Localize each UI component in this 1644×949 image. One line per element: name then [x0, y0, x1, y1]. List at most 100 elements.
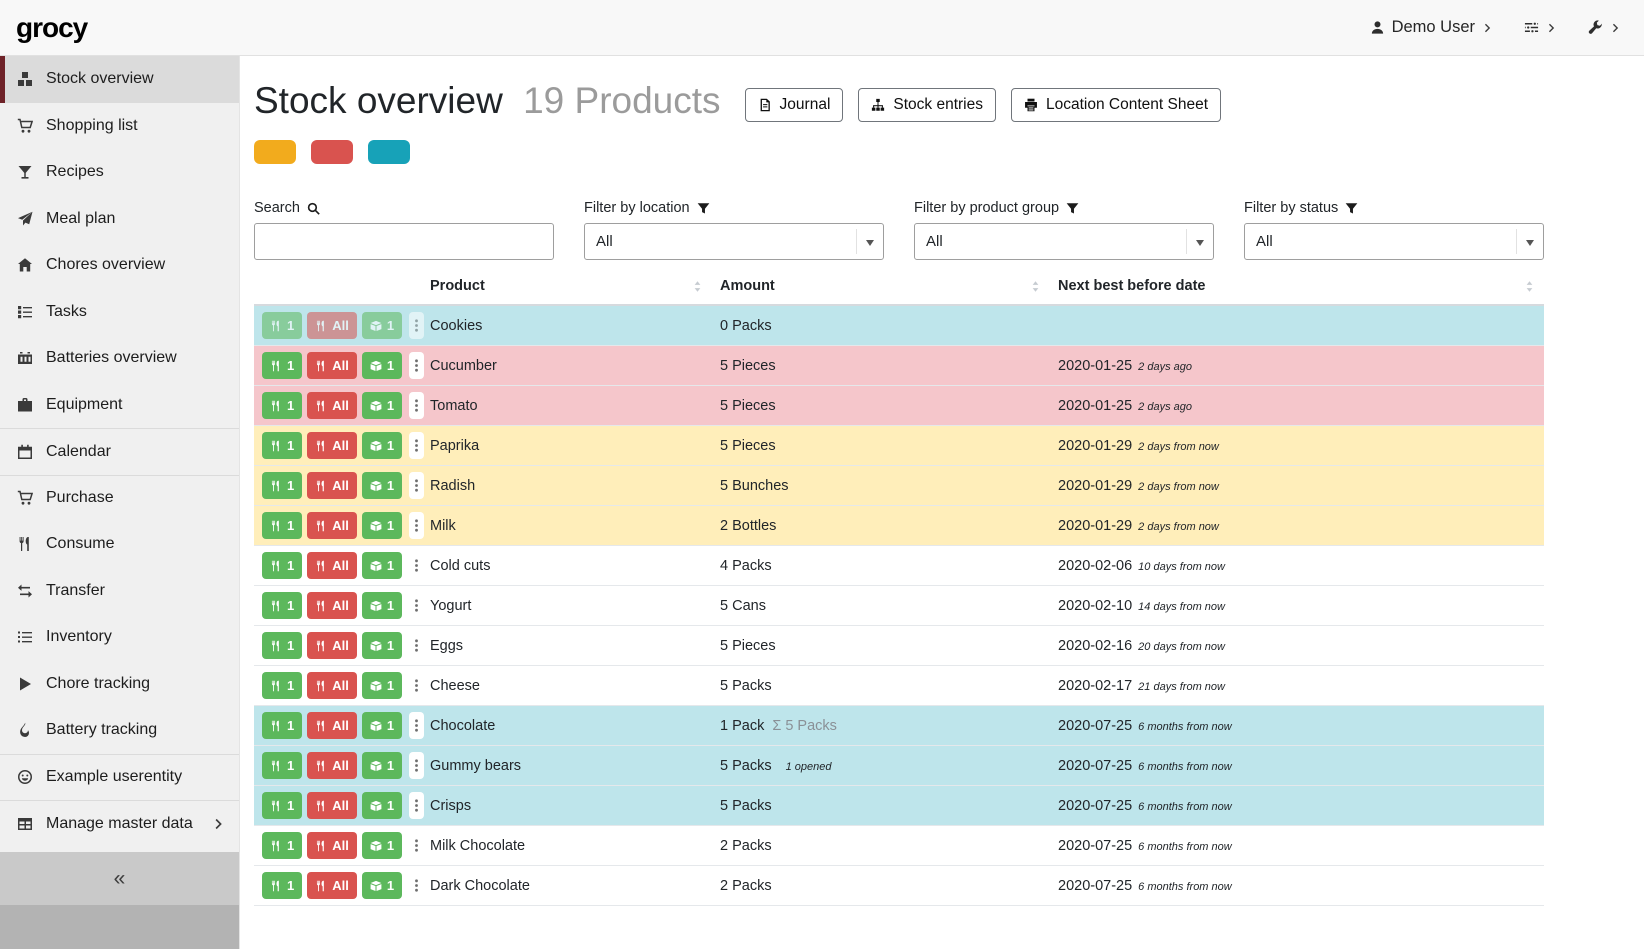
open-one-button[interactable]: 1 [362, 672, 402, 699]
consume-one-button[interactable]: 1 [262, 312, 302, 339]
consume-one-button[interactable]: 1 [262, 712, 302, 739]
column-amount[interactable]: Amount [712, 274, 1050, 305]
open-one-button[interactable]: 1 [362, 792, 402, 819]
consume-all-button[interactable]: All [307, 592, 357, 619]
column-next-best-before-date[interactable]: Next best before date [1050, 274, 1544, 305]
sidebar-item[interactable]: Chore tracking [0, 661, 239, 708]
consume-all-button[interactable]: All [307, 632, 357, 659]
row-menu-button[interactable] [409, 792, 424, 819]
status-alert[interactable] [368, 140, 410, 164]
row-menu-button[interactable] [409, 472, 424, 499]
open-one-button[interactable]: 1 [362, 632, 402, 659]
toolbar-button[interactable]: Journal [745, 88, 844, 122]
consume-one-button[interactable]: 1 [262, 752, 302, 779]
consume-all-button[interactable]: All [307, 512, 357, 539]
filter-select[interactable]: All [584, 223, 884, 260]
utensils-icon [270, 560, 282, 572]
open-one-button[interactable]: 1 [362, 832, 402, 859]
row-menu-button[interactable] [409, 352, 424, 379]
sidebar-item[interactable]: Equipment [0, 382, 239, 429]
filter-select[interactable]: All [914, 223, 1214, 260]
sidebar-item[interactable]: Chores overview [0, 242, 239, 289]
consume-all-button[interactable]: All [307, 872, 357, 899]
open-one-button[interactable]: 1 [362, 872, 402, 899]
open-one-button[interactable]: 1 [362, 512, 402, 539]
status-alert[interactable] [311, 140, 353, 164]
consume-one-button[interactable]: 1 [262, 832, 302, 859]
consume-all-button[interactable]: All [307, 832, 357, 859]
settings-menu[interactable] [1524, 20, 1556, 35]
filter-select[interactable]: All [1244, 223, 1544, 260]
open-one-button[interactable]: 1 [362, 392, 402, 419]
sidebar-item[interactable]: Tasks [0, 289, 239, 336]
open-one-button[interactable]: 1 [362, 352, 402, 379]
sidebar-item[interactable]: Stock overview [0, 56, 239, 103]
toolbar-button[interactable]: Location Content Sheet [1011, 88, 1221, 122]
row-menu-button[interactable] [409, 752, 424, 779]
sort-icon[interactable] [691, 280, 704, 293]
consume-one-button[interactable]: 1 [262, 592, 302, 619]
row-menu-button[interactable] [409, 872, 424, 899]
sidebar-item[interactable]: Manage master data [0, 800, 239, 847]
consume-all-button[interactable]: All [307, 392, 357, 419]
status-alert[interactable] [254, 140, 296, 164]
consume-all-button[interactable]: All [307, 792, 357, 819]
row-menu-button[interactable] [409, 552, 424, 579]
consume-one-button[interactable]: 1 [262, 632, 302, 659]
consume-one-button[interactable]: 1 [262, 792, 302, 819]
sidebar-item[interactable]: Transfer [0, 568, 239, 615]
table-row: 1 All 1 [254, 305, 1544, 346]
column-product[interactable]: Product [422, 274, 712, 305]
open-one-button[interactable]: 1 [362, 592, 402, 619]
sidebar-item[interactable]: Batteries overview [0, 335, 239, 382]
consume-one-button[interactable]: 1 [262, 512, 302, 539]
sort-icon[interactable] [1523, 280, 1536, 293]
open-one-button[interactable]: 1 [362, 472, 402, 499]
consume-all-button[interactable]: All [307, 472, 357, 499]
consume-all-button[interactable]: All [307, 552, 357, 579]
consume-all-button[interactable]: All [307, 352, 357, 379]
open-one-button[interactable]: 1 [362, 712, 402, 739]
consume-one-button[interactable]: 1 [262, 552, 302, 579]
open-one-button[interactable]: 1 [362, 312, 402, 339]
user-menu[interactable]: Demo User [1370, 18, 1492, 37]
consume-one-button[interactable]: 1 [262, 672, 302, 699]
row-menu-button[interactable] [409, 632, 424, 659]
row-menu-button[interactable] [409, 512, 424, 539]
consume-all-button[interactable]: All [307, 752, 357, 779]
sidebar-item[interactable]: Recipes [0, 149, 239, 196]
sidebar-item[interactable]: Purchase [0, 475, 239, 522]
app-logo[interactable]: grocy [16, 12, 87, 44]
sidebar-item[interactable]: Example userentity [0, 754, 239, 801]
sidebar-item[interactable]: Battery tracking [0, 707, 239, 754]
open-one-button[interactable]: 1 [362, 552, 402, 579]
search-input[interactable] [254, 223, 554, 260]
row-menu-button[interactable] [409, 312, 424, 339]
consume-one-button[interactable]: 1 [262, 352, 302, 379]
consume-all-button[interactable]: All [307, 712, 357, 739]
row-menu-button[interactable] [409, 592, 424, 619]
consume-all-button[interactable]: All [307, 672, 357, 699]
consume-one-button[interactable]: 1 [262, 872, 302, 899]
row-menu-button[interactable] [409, 432, 424, 459]
consume-one-button[interactable]: 1 [262, 472, 302, 499]
sidebar-item[interactable]: Calendar [0, 428, 239, 475]
row-menu-button[interactable] [409, 672, 424, 699]
consume-all-button[interactable]: All [307, 312, 357, 339]
row-menu-button[interactable] [409, 392, 424, 419]
open-one-button[interactable]: 1 [362, 752, 402, 779]
row-menu-button[interactable] [409, 832, 424, 859]
sidebar-item[interactable]: Inventory [0, 614, 239, 661]
sidebar-item[interactable]: Meal plan [0, 196, 239, 243]
sidebar-item[interactable]: Consume [0, 521, 239, 568]
open-one-button[interactable]: 1 [362, 432, 402, 459]
admin-menu[interactable] [1588, 20, 1620, 35]
sort-icon[interactable] [1029, 280, 1042, 293]
row-menu-button[interactable] [409, 712, 424, 739]
consume-all-button[interactable]: All [307, 432, 357, 459]
sidebar-item[interactable]: Shopping list [0, 103, 239, 150]
consume-one-button[interactable]: 1 [262, 432, 302, 459]
sidebar-collapse-button[interactable]: « [0, 852, 239, 905]
toolbar-button[interactable]: Stock entries [858, 88, 996, 122]
consume-one-button[interactable]: 1 [262, 392, 302, 419]
